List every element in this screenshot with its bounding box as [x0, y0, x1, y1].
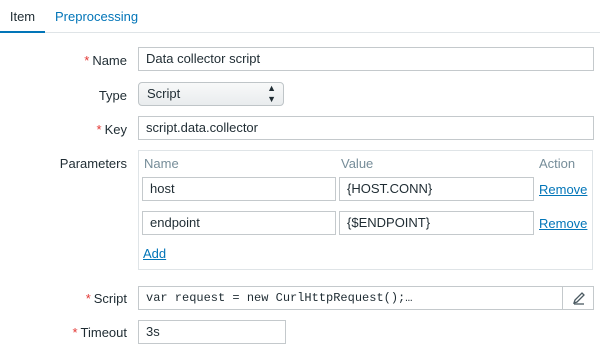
- script-label: * Script: [85, 291, 127, 306]
- timeout-input[interactable]: 3s: [138, 320, 286, 344]
- parameter-name-input[interactable]: endpoint: [142, 211, 336, 235]
- up-down-arrows-icon: ▲ ▼: [267, 83, 276, 104]
- tab-item[interactable]: Item: [0, 0, 45, 33]
- key-label: * Key: [96, 122, 127, 137]
- name-label: * Name: [84, 53, 127, 68]
- parameter-value-input[interactable]: {HOST.CONN}: [339, 177, 534, 201]
- remove-parameter-link[interactable]: Remove: [539, 182, 587, 197]
- type-select[interactable]: Script ▲ ▼: [138, 82, 284, 106]
- parameters-label: Parameters: [59, 156, 127, 171]
- tab-bar: Item Preprocessing: [0, 0, 600, 33]
- parameter-name-input[interactable]: host: [142, 177, 336, 201]
- script-input[interactable]: var request = new CurlHttpRequest();…: [138, 286, 594, 310]
- parameter-value-input[interactable]: {$ENDPOINT}: [339, 211, 534, 235]
- edit-script-button[interactable]: [562, 286, 594, 310]
- type-label: Type: [98, 88, 127, 103]
- tab-preprocessing[interactable]: Preprocessing: [55, 0, 138, 33]
- remove-parameter-link[interactable]: Remove: [539, 216, 587, 231]
- column-value-header: Value: [341, 156, 374, 171]
- pencil-icon: [572, 292, 585, 305]
- column-action-header: Action: [539, 156, 576, 171]
- type-select-value: Script: [147, 86, 181, 101]
- column-name-header: Name: [144, 156, 179, 171]
- add-parameter-link[interactable]: Add: [143, 246, 166, 261]
- name-input[interactable]: Data collector script: [138, 47, 594, 71]
- key-input[interactable]: script.data.collector: [138, 116, 594, 140]
- timeout-label: * Timeout: [72, 325, 127, 340]
